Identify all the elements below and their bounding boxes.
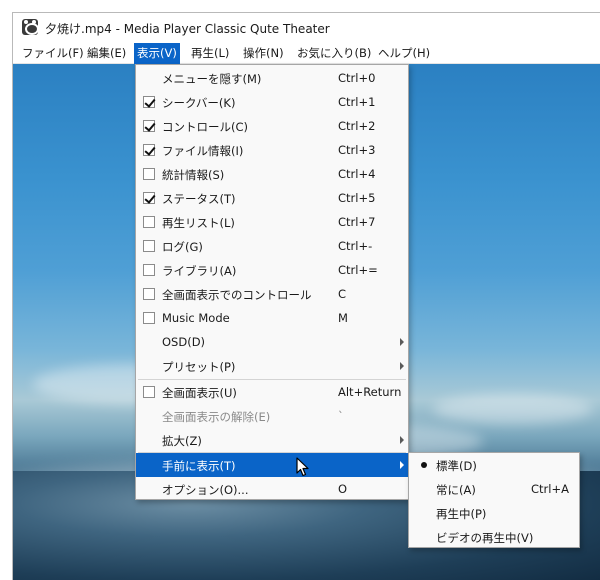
mouse-pointer-icon xyxy=(296,457,309,477)
menu-item-label: OSD(D) xyxy=(162,335,206,349)
menu-item-label: 拡大(Z) xyxy=(162,434,202,448)
checkmark-icon xyxy=(143,120,155,132)
menu-item-label: ファイル情報(I) xyxy=(162,144,244,158)
submenu-item-always[interactable]: 常に(A) Ctrl+A xyxy=(409,477,579,501)
menu-item-shortcut: Ctrl+1 xyxy=(338,95,376,109)
menu-item-exit-fullscreen: 全画面表示の解除(E) ` xyxy=(136,404,408,428)
menu-item-label: 常に(A) xyxy=(436,483,476,497)
checkbox-icon xyxy=(143,216,155,228)
menu-file[interactable]: ファイル(F) xyxy=(20,44,86,63)
chevron-right-icon xyxy=(400,436,404,444)
checkbox-icon xyxy=(143,168,155,180)
menu-item-fullscreen[interactable]: 全画面表示(U) Alt+Return xyxy=(136,380,408,404)
checkbox-icon xyxy=(143,312,155,324)
menu-item-status[interactable]: ステータス(T) Ctrl+5 xyxy=(136,186,408,210)
menu-item-fullscreen-controls[interactable]: 全画面表示でのコントロール C xyxy=(136,282,408,306)
menu-item-controls[interactable]: コントロール(C) Ctrl+2 xyxy=(136,114,408,138)
menu-item-shortcut: O xyxy=(338,482,348,496)
menu-item-file-info[interactable]: ファイル情報(I) Ctrl+3 xyxy=(136,138,408,162)
menu-item-log[interactable]: ログ(G) Ctrl+- xyxy=(136,234,408,258)
menu-item-hide-menu[interactable]: メニューを隠す(M) Ctrl+0 xyxy=(136,66,408,90)
menu-item-on-top[interactable]: 手前に表示(T) xyxy=(136,453,408,477)
menu-item-label: プリセット(P) xyxy=(162,360,236,374)
menu-item-zoom[interactable]: 拡大(Z) xyxy=(136,428,408,452)
checkbox-icon xyxy=(143,240,155,252)
menu-favorites[interactable]: お気に入り(B) xyxy=(295,44,373,63)
menu-item-shortcut: Ctrl+= xyxy=(338,263,378,277)
menu-item-shortcut: Alt+Return xyxy=(338,385,402,399)
checkbox-icon xyxy=(143,288,155,300)
view-menu: メニューを隠す(M) Ctrl+0 シークバー(K) Ctrl+1 コントロール… xyxy=(135,64,409,500)
menu-item-shortcut: ` xyxy=(338,409,344,423)
menu-item-label: 全画面表示の解除(E) xyxy=(162,410,271,424)
menu-item-presets[interactable]: プリセット(P) xyxy=(136,354,408,378)
menu-item-shortcut: Ctrl+0 xyxy=(338,71,376,85)
menu-item-label: ビデオの再生中(V) xyxy=(436,531,534,545)
menu-item-shortcut: Ctrl+3 xyxy=(338,143,376,157)
menu-item-label: ログ(G) xyxy=(162,240,203,254)
menu-item-music-mode[interactable]: Music Mode M xyxy=(136,306,408,330)
menu-item-shortcut: C xyxy=(338,287,347,301)
title-bar[interactable]: 夕焼け.mp4 - Media Player Classic Qute Thea… xyxy=(13,13,600,42)
submenu-item-while-playing[interactable]: 再生中(P) xyxy=(409,501,579,525)
menu-item-osd[interactable]: OSD(D) xyxy=(136,330,408,354)
menu-edit[interactable]: 編集(E) xyxy=(85,44,128,63)
menu-item-label: Music Mode xyxy=(162,311,230,325)
menu-item-label: 全画面表示(U) xyxy=(162,386,237,400)
menu-bar: ファイル(F) 編集(E) 表示(V) 再生(L) 操作(N) お気に入り(B)… xyxy=(13,42,600,64)
menu-item-label: コントロール(C) xyxy=(162,120,249,134)
menu-item-label: 手前に表示(T) xyxy=(162,459,236,473)
menu-navigate[interactable]: 操作(N) xyxy=(241,44,286,63)
menu-item-label: ライブラリ(A) xyxy=(162,264,237,278)
radio-bullet-icon xyxy=(421,462,427,468)
menu-item-shortcut: Ctrl+- xyxy=(338,239,373,253)
menu-play[interactable]: 再生(L) xyxy=(189,44,231,63)
menu-item-shortcut: Ctrl+5 xyxy=(338,191,376,205)
checkmark-icon xyxy=(143,192,155,204)
cloud xyxy=(433,394,593,424)
menu-item-shortcut: M xyxy=(338,311,348,325)
checkmark-icon xyxy=(143,144,155,156)
menu-item-label: 再生リスト(L) xyxy=(162,216,235,230)
menu-item-label: ステータス(T) xyxy=(162,192,236,206)
menu-item-label: 再生中(P) xyxy=(436,507,487,521)
menu-item-label: シークバー(K) xyxy=(162,96,236,110)
menu-item-options[interactable]: オプション(O)... O xyxy=(136,477,408,501)
menu-item-shortcut: Ctrl+4 xyxy=(338,167,376,181)
chevron-right-icon xyxy=(400,338,404,346)
menu-item-label: 全画面表示でのコントロール xyxy=(162,288,312,302)
menu-item-label: オプション(O)... xyxy=(162,483,249,497)
menu-item-label: メニューを隠す(M) xyxy=(162,72,262,86)
chevron-right-icon xyxy=(400,461,404,469)
menu-item-statistics[interactable]: 統計情報(S) Ctrl+4 xyxy=(136,162,408,186)
menu-item-seekbar[interactable]: シークバー(K) Ctrl+1 xyxy=(136,90,408,114)
app-icon xyxy=(22,19,39,35)
menu-item-shortcut: Ctrl+2 xyxy=(338,119,376,133)
checkbox-icon xyxy=(143,264,155,276)
submenu-item-while-playing-video[interactable]: ビデオの再生中(V) xyxy=(409,525,579,549)
checkbox-icon xyxy=(143,386,155,398)
on-top-submenu: 標準(D) 常に(A) Ctrl+A 再生中(P) ビデオの再生中(V) xyxy=(408,452,580,548)
submenu-item-default[interactable]: 標準(D) xyxy=(409,453,579,477)
checkmark-icon xyxy=(143,96,155,108)
menu-item-playlist[interactable]: 再生リスト(L) Ctrl+7 xyxy=(136,210,408,234)
menu-item-label: 標準(D) xyxy=(436,459,477,473)
window-title: 夕焼け.mp4 - Media Player Classic Qute Thea… xyxy=(45,22,330,36)
menu-item-label: 統計情報(S) xyxy=(162,168,225,182)
menu-item-library[interactable]: ライブラリ(A) Ctrl+= xyxy=(136,258,408,282)
menu-item-shortcut: Ctrl+7 xyxy=(338,215,376,229)
menu-view[interactable]: 表示(V) xyxy=(134,43,180,64)
menu-help[interactable]: ヘルプ(H) xyxy=(376,44,432,63)
chevron-right-icon xyxy=(400,362,404,370)
menu-item-shortcut: Ctrl+A xyxy=(531,482,569,496)
